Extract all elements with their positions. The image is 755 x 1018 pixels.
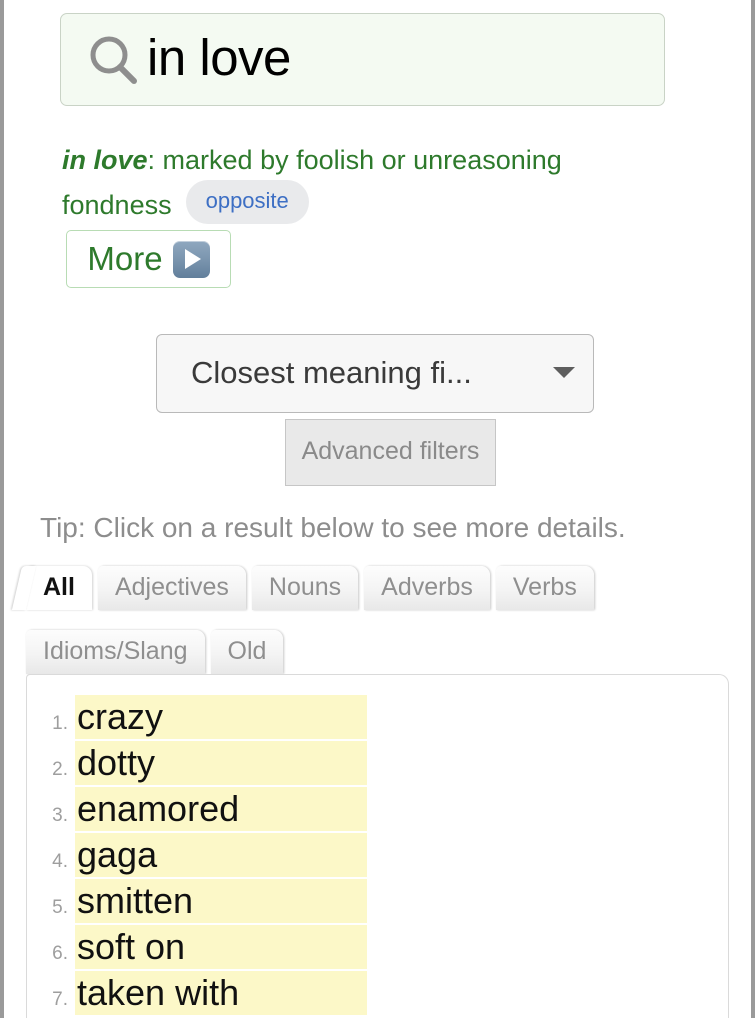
tab-label: Nouns (268, 572, 342, 601)
result-word[interactable]: enamored (75, 787, 367, 831)
tip-text: Tip: Click on a result below to see more… (40, 512, 626, 543)
result-index: 2. (52, 759, 68, 780)
tab-row-primary: All Adjectives Nouns Adverbs Verbs (26, 566, 600, 610)
list-item[interactable]: 3. enamored (27, 787, 728, 833)
meaning-filter-select[interactable]: Closest meaning fi... (156, 334, 594, 413)
result-word[interactable]: taken with (75, 971, 367, 1015)
result-index: 4. (52, 851, 68, 872)
tab-label: Adjectives (114, 572, 229, 601)
result-word[interactable]: dotty (75, 741, 367, 785)
list-item[interactable]: 2. dotty (27, 741, 728, 787)
opposite-badge[interactable]: opposite (185, 180, 309, 224)
tab-label: Verbs (512, 572, 577, 601)
page-content: in love in love: marked by foolish or un… (4, 0, 751, 1018)
result-index: 5. (52, 897, 68, 918)
tab-label: Old (227, 636, 267, 665)
tab-row-secondary: Idioms/Slang Old (26, 630, 289, 674)
result-word[interactable]: gaga (75, 833, 367, 877)
list-item[interactable]: 4. gaga (27, 833, 728, 879)
more-button[interactable]: More (66, 230, 231, 288)
tab-all[interactable]: All (26, 566, 92, 610)
result-word[interactable]: smitten (75, 879, 367, 923)
definition-separator: : (147, 145, 163, 175)
results-panel: 1. crazy 2. dotty 3. enamored 4. gaga 5. smitten 6… (26, 674, 729, 1018)
result-index: 7. (52, 989, 68, 1010)
advanced-filters-label: Advanced filters (301, 437, 480, 465)
chevron-down-icon (553, 367, 575, 378)
advanced-filters-button[interactable]: Advanced filters (285, 419, 496, 486)
tab-verbs[interactable]: Verbs (495, 566, 594, 610)
result-index: 3. (52, 805, 68, 826)
tab-label: All (43, 572, 75, 601)
tab-old[interactable]: Old (210, 630, 284, 674)
result-word[interactable]: crazy (75, 695, 367, 739)
definition-text: in love: marked by foolish or unreasonin… (62, 140, 582, 225)
list-item[interactable]: 1. crazy (27, 695, 728, 741)
result-index: 6. (52, 943, 68, 964)
search-icon (90, 36, 137, 84)
search-input-value: in love (147, 29, 291, 86)
tab-label: Adverbs (381, 572, 473, 601)
window-frame-right-edge (751, 0, 755, 1018)
tab-idioms-slang[interactable]: Idioms/Slang (26, 630, 205, 674)
definition-headword: in love (62, 145, 148, 175)
play-icon (172, 240, 210, 278)
meaning-filter-value: Closest meaning fi... (191, 354, 472, 390)
tab-adverbs[interactable]: Adverbs (364, 566, 490, 610)
results-list: 1. crazy 2. dotty 3. enamored 4. gaga 5. smitten 6… (27, 675, 728, 1017)
result-index: 1. (52, 713, 68, 734)
list-item[interactable]: 7. taken with (27, 971, 728, 1017)
tab-nouns[interactable]: Nouns (251, 566, 359, 610)
result-word[interactable]: soft on (75, 925, 367, 969)
tab-label: Idioms/Slang (43, 636, 188, 665)
tab-adjectives[interactable]: Adjectives (97, 566, 246, 610)
more-button-label: More (87, 239, 163, 277)
search-input[interactable]: in love (60, 13, 665, 106)
list-item[interactable]: 5. smitten (27, 879, 728, 925)
list-item[interactable]: 6. soft on (27, 925, 728, 971)
